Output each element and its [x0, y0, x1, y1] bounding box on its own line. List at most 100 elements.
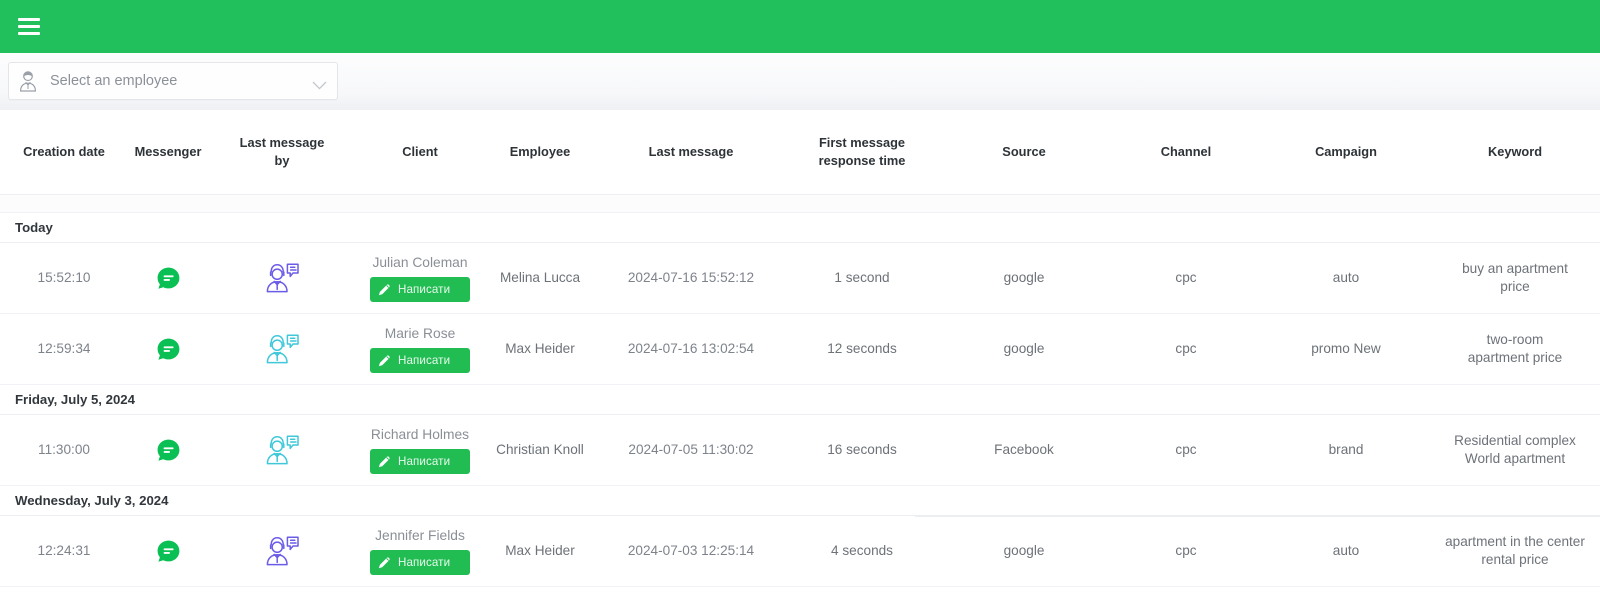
column-header-last-message-by-line1: Last message [239, 135, 325, 151]
app-header-bar [0, 0, 1600, 55]
keyword-line-1: buy an apartment [1462, 260, 1568, 276]
pencil-icon [378, 455, 391, 468]
column-header-source[interactable]: Source [938, 143, 1110, 161]
green-chat-bubble-icon[interactable] [157, 540, 180, 563]
table-body: Today 15:52:10 Julian Coleman Написати Mel… [0, 213, 1600, 587]
date-group-header: Wednesday, July 3, 2024 [0, 486, 1600, 516]
keyword-line-1: apartment in the center [1445, 533, 1585, 549]
cell-first-message-response-time: 4 seconds [831, 542, 893, 558]
hamburger-bar-3 [18, 32, 40, 35]
operator-headset-speech-icon [264, 262, 300, 294]
green-chat-bubble-icon[interactable] [157, 267, 180, 290]
green-chat-bubble-icon[interactable] [157, 439, 180, 462]
cell-employee: Melina Lucca [499, 269, 581, 285]
client-name: Jennifer Fields [375, 527, 465, 543]
column-header-employee[interactable]: Employee [484, 143, 596, 161]
table-spacer-row [0, 195, 1600, 213]
write-message-label: Написати [398, 283, 451, 297]
cell-creation-date: 15:52:10 [37, 269, 91, 285]
column-header-creation-date[interactable]: Creation date [0, 143, 128, 161]
keyword-line-2: World apartment [1464, 451, 1566, 466]
write-message-label: Написати [398, 556, 451, 570]
cell-employee: Max Heider [505, 340, 575, 356]
cell-last-message-by [208, 535, 356, 567]
table-row-wrapper: 12:59:34 Marie Rose Написати Max Heider 20… [0, 314, 1600, 385]
cell-keyword: two-room apartment price [1430, 331, 1600, 367]
cell-campaign: auto [1332, 269, 1360, 285]
column-header-first-message-response-time[interactable]: First message response time [786, 134, 938, 169]
keyword-line-1: Residential complex [1454, 432, 1576, 448]
table-row[interactable]: 12:59:34 Marie Rose Написати Max Heider 20… [0, 314, 1600, 385]
cell-client: Jennifer Fields Написати [356, 527, 484, 576]
cell-source: google [1003, 340, 1045, 356]
column-header-last-message-by[interactable]: Last message by [208, 134, 356, 169]
cell-last-message: 2024-07-05 11:30:02 [628, 441, 754, 457]
date-group-label: Today [15, 220, 53, 235]
partial-divider [915, 516, 1600, 517]
table-row[interactable]: 12:24:31 Jennifer Fields Написати Max Hei… [0, 516, 1600, 587]
cell-employee: Max Heider [505, 542, 575, 558]
cell-channel: cpc [1175, 269, 1197, 285]
date-group-label: Wednesday, July 3, 2024 [15, 493, 169, 508]
employee-select-placeholder: Select an employee [50, 73, 178, 89]
employee-avatar-icon [18, 70, 38, 92]
pencil-icon [378, 556, 391, 569]
keyword-line-2: price [1500, 279, 1530, 294]
cell-creation-date: 11:30:00 [38, 441, 90, 457]
column-header-campaign[interactable]: Campaign [1262, 143, 1430, 161]
write-message-button[interactable]: Написати [370, 449, 470, 475]
cell-keyword: buy an apartment price [1430, 260, 1600, 296]
cell-first-message-response-time: 1 second [834, 269, 890, 285]
employee-select[interactable]: Select an employee [8, 62, 338, 100]
hamburger-bar-2 [18, 25, 40, 28]
table-row[interactable]: 11:30:00 Richard Holmes Написати Christia… [0, 415, 1600, 486]
cell-last-message: 2024-07-16 13:02:54 [627, 340, 755, 356]
column-header-messenger[interactable]: Messenger [128, 143, 208, 161]
operator-headset-speech-icon [264, 535, 300, 567]
green-chat-bubble-icon[interactable] [157, 338, 180, 361]
cell-client: Richard Holmes Написати [356, 426, 484, 475]
client-person-speech-icon [264, 333, 300, 365]
cell-source: google [1003, 269, 1045, 285]
pencil-icon [378, 354, 391, 367]
cell-source: google [1003, 542, 1045, 558]
write-message-label: Написати [398, 455, 451, 469]
table-header-row: Creation date Messenger Last message by … [0, 110, 1600, 195]
cell-client: Julian Coleman Написати [356, 254, 484, 303]
cell-messenger [128, 338, 208, 361]
client-person-speech-icon [264, 434, 300, 466]
write-message-button[interactable]: Написати [370, 550, 470, 576]
column-header-first-response-line2: response time [818, 153, 906, 168]
table-row-wrapper: 12:24:31 Jennifer Fields Написати Max Hei… [0, 516, 1600, 587]
cell-channel: cpc [1175, 340, 1197, 356]
keyword-line-1: two-room [1486, 331, 1544, 347]
hamburger-menu-icon[interactable] [18, 18, 40, 35]
table-row-wrapper: 11:30:00 Richard Holmes Написати Christia… [0, 415, 1600, 486]
keyword-line-2: apartment price [1467, 350, 1563, 365]
conversations-table: Creation date Messenger Last message by … [0, 110, 1600, 587]
cell-messenger [128, 439, 208, 462]
chevron-down-icon[interactable] [312, 77, 327, 90]
column-header-last-message[interactable]: Last message [596, 143, 786, 161]
write-message-button[interactable]: Написати [370, 348, 470, 374]
cell-first-message-response-time: 12 seconds [827, 340, 897, 356]
column-header-channel[interactable]: Channel [1110, 143, 1262, 161]
column-header-client[interactable]: Client [356, 143, 484, 161]
client-name: Julian Coleman [372, 254, 468, 270]
hamburger-bar-1 [18, 18, 40, 21]
cell-last-message: 2024-07-16 15:52:12 [627, 269, 755, 285]
keyword-line-2: rental price [1481, 552, 1549, 567]
cell-messenger [128, 267, 208, 290]
column-header-first-response-line1: First message [818, 135, 906, 151]
cell-messenger [128, 540, 208, 563]
filter-toolbar: Select an employee [0, 53, 1600, 110]
column-header-keyword[interactable]: Keyword [1430, 143, 1600, 161]
date-group-header: Today [0, 213, 1600, 243]
cell-creation-date: 12:24:31 [37, 542, 91, 558]
cell-employee: Christian Knoll [496, 441, 584, 457]
cell-campaign: auto [1332, 542, 1360, 558]
table-row-wrapper: 15:52:10 Julian Coleman Написати Melina L… [0, 243, 1600, 314]
cell-last-message: 2024-07-03 12:25:14 [627, 542, 755, 558]
write-message-button[interactable]: Написати [370, 277, 470, 303]
table-row[interactable]: 15:52:10 Julian Coleman Написати Melina L… [0, 243, 1600, 314]
